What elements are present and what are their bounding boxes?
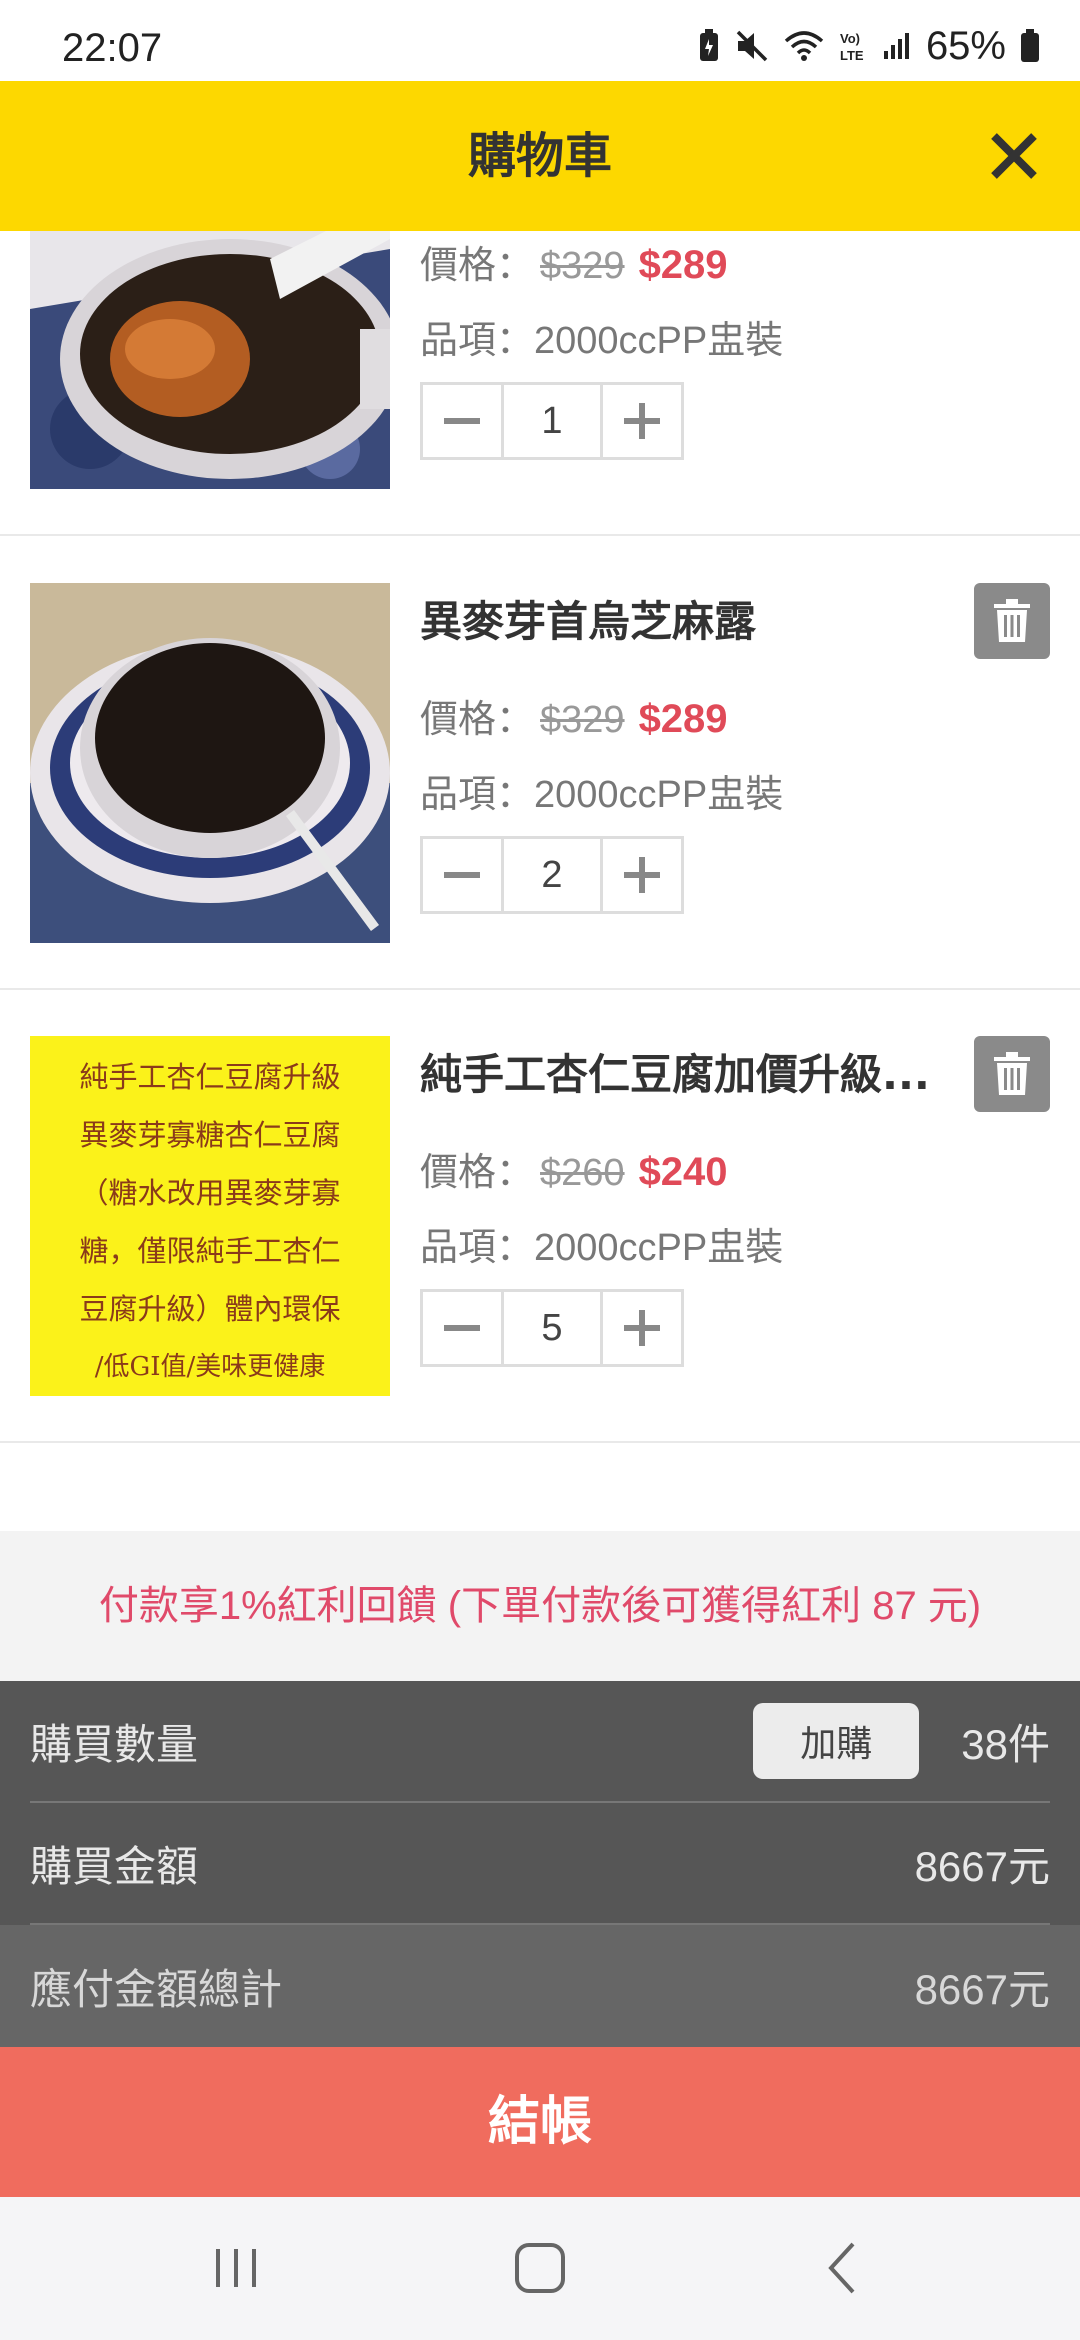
battery-percent: 65% [925, 23, 1006, 68]
trash-icon [994, 1052, 1030, 1095]
delete-item-button[interactable] [974, 583, 1050, 659]
sale-price: $289 [638, 697, 728, 741]
variant-label: 品項： [420, 320, 535, 362]
quantity-value[interactable]: 2 [501, 839, 603, 911]
add-on-button[interactable]: 加購 [753, 1703, 920, 1779]
product-image[interactable] [30, 231, 390, 489]
recents-icon [216, 2249, 256, 2287]
quantity-value[interactable]: 5 [501, 1292, 603, 1364]
price-row: 價格： $260 $240 [420, 1141, 728, 1196]
sale-price: $240 [638, 1150, 728, 1194]
status-time: 22:07 [62, 26, 163, 70]
image-text-line: 糖，僅限純手工杏仁 [79, 1234, 341, 1268]
svg-text:LTE: LTE [840, 48, 864, 63]
item-name[interactable]: 異麥芽首烏芝麻露 [420, 588, 960, 649]
cart-item: 純手工杏仁豆腐升級 異麥芽寡糖杏仁豆腐 （糖水改用異麥芽寡 糖，僅限純手工杏仁 … [0, 991, 1080, 1443]
system-nav-bar [0, 2197, 1080, 2340]
close-button[interactable] [984, 126, 1044, 186]
signal-icon [883, 33, 909, 59]
quantity-label: 購買數量 [30, 1719, 199, 1769]
cart-item-list[interactable]: 價格： $329 $289 品項：2000ccPP盅裝 1 異麥芽首烏芝麻露 價… [0, 231, 1080, 1531]
price-label: 價格： [420, 699, 535, 741]
mute-icon [736, 30, 768, 62]
variant-value: 2000ccPP盅裝 [534, 320, 784, 362]
quantity-right: 加購 38件 [753, 1703, 1050, 1779]
sale-price: $289 [638, 243, 728, 287]
variant-value: 2000ccPP盅裝 [534, 774, 784, 816]
variant-row: 品項：2000ccPP盅裝 [420, 309, 783, 364]
quantity-row: 購買數量 加購 38件 [30, 1681, 1050, 1803]
image-text-line: 純手工杏仁豆腐升級 [79, 1060, 341, 1094]
order-summary: 購買數量 加購 38件 購買金額 8667元 應付金額總計 8667元 [0, 1681, 1080, 2047]
grand-total-label: 應付金額總計 [30, 1964, 283, 2014]
status-icons: Vo) LTE 65% [698, 24, 1040, 68]
battery-saver-icon [699, 29, 718, 61]
image-text-line: 豆腐升級）體內環保 [79, 1292, 341, 1326]
decrease-button[interactable] [423, 1292, 501, 1364]
back-button[interactable] [804, 2233, 884, 2303]
battery-icon [1021, 29, 1039, 62]
grand-total-value: 8667元 [914, 1965, 1050, 2013]
bonus-notice: 付款享1%紅利回饋 (下單付款後可獲得紅利 87 元) [0, 1531, 1080, 1681]
decrease-button[interactable] [423, 385, 501, 457]
status-bar: 22:07 Vo) LTE 65% [0, 0, 1080, 81]
increase-button[interactable] [603, 839, 681, 911]
page-title: 購物車 [467, 128, 612, 184]
amount-label: 購買金額 [30, 1841, 199, 1891]
variant-row: 品項：2000ccPP盅裝 [420, 763, 783, 818]
quantity-stepper: 1 [420, 382, 684, 460]
cart-item: 價格： $329 $289 品項：2000ccPP盅裝 1 [0, 231, 1080, 536]
image-text-line: （糖水改用異麥芽寡 [79, 1176, 341, 1210]
minus-icon [444, 872, 480, 878]
variant-label: 品項： [420, 774, 535, 816]
image-text-line: /低GI值/美味更健康 [94, 1352, 326, 1382]
decrease-button[interactable] [423, 839, 501, 911]
plus-icon [624, 403, 660, 439]
trash-icon [994, 599, 1030, 642]
home-button[interactable] [500, 2233, 580, 2303]
original-price: $260 [540, 1152, 625, 1194]
item-name[interactable]: 純手工杏仁豆腐加價升級... [420, 1041, 960, 1102]
price-label: 價格： [420, 245, 535, 287]
variant-label: 品項： [420, 1227, 535, 1269]
quantity-stepper: 5 [420, 1289, 684, 1367]
minus-icon [444, 418, 480, 424]
variant-value: 2000ccPP盅裝 [534, 1227, 784, 1269]
quantity-value[interactable]: 1 [501, 385, 603, 457]
product-image[interactable] [30, 583, 390, 943]
quantity-total: 38件 [961, 1720, 1050, 1768]
amount-row: 購買金額 8667元 [30, 1803, 1050, 1925]
original-price: $329 [540, 699, 625, 741]
increase-button[interactable] [603, 385, 681, 457]
amount-value: 8667元 [914, 1842, 1050, 1890]
price-row: 價格： $329 $289 [420, 688, 728, 743]
sesame-paste-bowl-image [30, 583, 390, 943]
cart-item: 異麥芽首烏芝麻露 價格： $329 $289 品項：2000ccPP盅裝 2 [0, 538, 1080, 990]
recents-button[interactable] [196, 2233, 276, 2303]
grand-total-row: 應付金額總計 8667元 [0, 1925, 1080, 2047]
delete-item-button[interactable] [974, 1036, 1050, 1112]
home-icon [515, 2243, 565, 2293]
minus-icon [444, 1325, 480, 1331]
svg-text:Vo): Vo) [840, 31, 860, 46]
volte-icon: Vo) LTE [840, 31, 864, 63]
wifi-icon [784, 31, 824, 61]
plus-icon [624, 1310, 660, 1346]
plus-icon [624, 857, 660, 893]
checkout-button[interactable]: 結帳 [0, 2047, 1080, 2197]
quantity-stepper: 2 [420, 836, 684, 914]
increase-button[interactable] [603, 1292, 681, 1364]
price-label: 價格： [420, 1152, 535, 1194]
close-icon [991, 133, 1037, 179]
back-icon [828, 2242, 855, 2294]
price-row: 價格： $329 $289 [420, 234, 728, 289]
original-price: $329 [540, 245, 625, 287]
variant-row: 品項：2000ccPP盅裝 [420, 1216, 783, 1271]
product-image[interactable]: 純手工杏仁豆腐升級 異麥芽寡糖杏仁豆腐 （糖水改用異麥芽寡 糖，僅限純手工杏仁 … [30, 1036, 390, 1396]
image-text-line: 異麥芽寡糖杏仁豆腐 [79, 1118, 341, 1152]
cart-header: 購物車 [0, 81, 1080, 231]
coffee-cup-with-jelly-image [30, 231, 390, 489]
